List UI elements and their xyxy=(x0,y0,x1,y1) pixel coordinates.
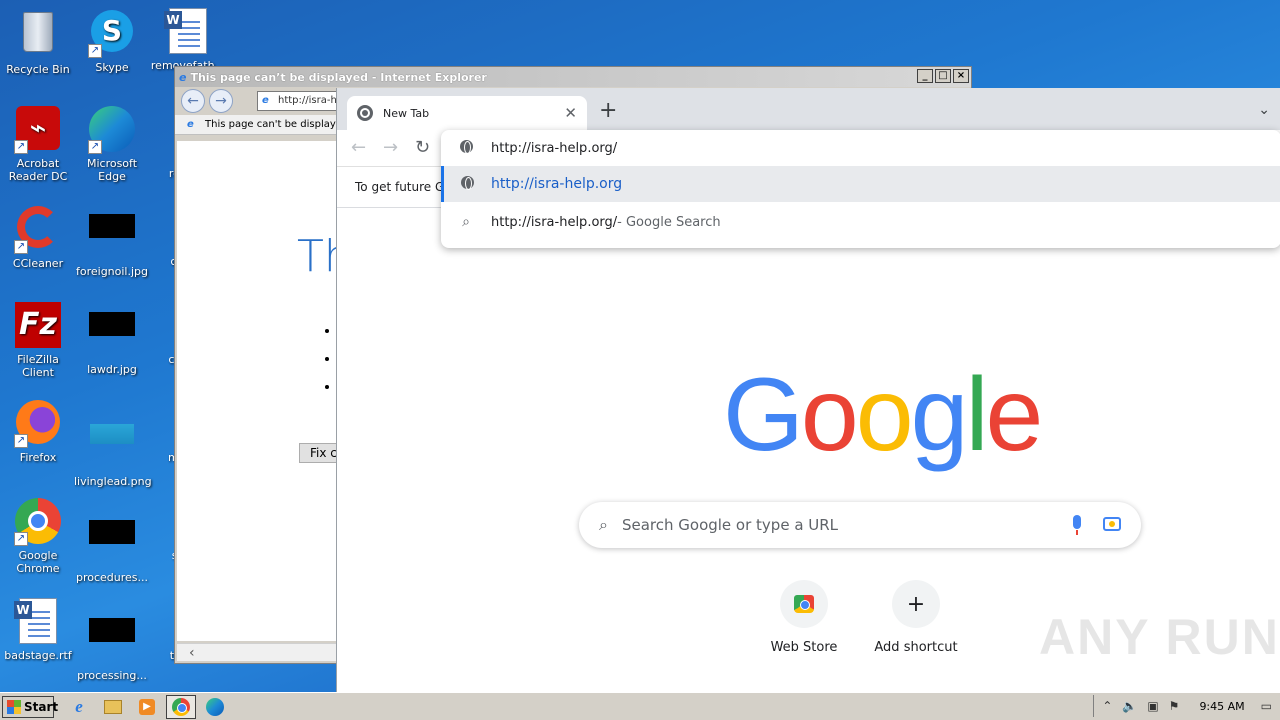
new-tab-icon xyxy=(357,105,373,121)
google-logo: Google xyxy=(723,357,1044,473)
omnibox-suggestion[interactable]: http://isra-help.org xyxy=(441,166,1280,202)
reload-icon[interactable]: ↻ xyxy=(415,136,430,160)
clock[interactable]: 9:45 AM xyxy=(1199,700,1244,713)
scroll-left-icon[interactable]: ‹ xyxy=(189,644,195,662)
image-file-icon xyxy=(88,312,136,360)
logo-letter: e xyxy=(985,357,1044,473)
desktop-icon-edge[interactable]: ↗ Microsoft Edge xyxy=(74,106,150,183)
firefox-icon: ↗ xyxy=(14,400,62,448)
close-button[interactable]: × xyxy=(953,69,969,83)
recycle-bin-icon xyxy=(14,12,62,60)
taskbar-media-player[interactable]: ▶ xyxy=(132,695,162,719)
omnibox-dropdown: http://isra-help.org/ http://isra-help.o… xyxy=(441,130,1280,248)
back-arrow-icon[interactable]: ← xyxy=(351,136,366,160)
logo-letter: o xyxy=(800,357,859,473)
bullet xyxy=(325,329,329,333)
word-document-icon: W xyxy=(164,8,212,56)
image-file-icon xyxy=(88,520,136,568)
desktop-icon-acrobat[interactable]: ⌁ ↗ Acrobat Reader DC xyxy=(0,106,76,183)
ie-tab-icon: e xyxy=(187,119,194,130)
ie-page-icon: e xyxy=(262,95,269,106)
chrome-window[interactable]: New Tab ✕ + ⌄ ← → ↻ To get future G http… xyxy=(336,88,1280,692)
shortcut-add[interactable]: + Add shortcut xyxy=(861,580,971,655)
ie-titlebar[interactable]: e This page can’t be displayed - Interne… xyxy=(175,67,971,87)
desktop-icon-recycle-bin[interactable]: Recycle Bin xyxy=(0,8,76,76)
desktop-icon-ccleaner[interactable]: ↗ CCleaner xyxy=(0,204,76,270)
acrobat-icon: ⌁ ↗ xyxy=(14,106,62,154)
taskbar: Start e ▶ ⌃ 🔈 ▣ ⚑ 9:45 AM ▭ xyxy=(0,692,1280,720)
tab-close-icon[interactable]: ✕ xyxy=(564,104,577,122)
search-icon: ⌕ xyxy=(599,515,608,534)
taskbar-file-explorer[interactable] xyxy=(98,695,128,719)
edge-icon: ↗ xyxy=(88,106,136,154)
search-icon: ⌕ xyxy=(462,214,470,230)
ie-logo-icon: e xyxy=(179,70,187,84)
chrome-tabstrip: New Tab ✕ + ⌄ xyxy=(337,88,1280,130)
desktop-icon-badstage[interactable]: W badstage.rtf xyxy=(0,598,76,662)
chrome-icon xyxy=(172,697,190,716)
folder-icon xyxy=(104,699,122,714)
desktop-icon-skype[interactable]: S ↗ Skype xyxy=(74,8,150,74)
omnibox-input[interactable]: http://isra-help.org/ xyxy=(441,130,1280,166)
ntp-search-box[interactable]: ⌕ Search Google or type a URL xyxy=(579,502,1141,548)
ie-window-title: This page can’t be displayed - Internet … xyxy=(190,70,487,84)
internet-explorer-icon: e xyxy=(75,696,83,716)
bullet xyxy=(325,357,329,361)
chrome-icon: ↗ xyxy=(14,498,62,546)
plus-icon: + xyxy=(892,580,940,628)
action-center-flag-icon[interactable]: ⚑ xyxy=(1169,699,1180,713)
filezilla-icon: Fz xyxy=(14,302,62,350)
camera-icon[interactable] xyxy=(1103,517,1121,531)
desktop-icon-procedures[interactable]: procedures... xyxy=(74,498,150,584)
minimize-button[interactable]: _ xyxy=(917,69,933,83)
logo-letter: G xyxy=(723,357,804,473)
start-button[interactable]: Start xyxy=(2,695,58,718)
tab-search-chevron-icon[interactable]: ⌄ xyxy=(1258,102,1270,118)
desktop-icon-livinglead[interactable]: livinglead.png xyxy=(74,400,152,488)
bullet xyxy=(325,385,329,389)
desktop-icon-google-chrome[interactable]: ↗ Google Chrome xyxy=(0,498,76,575)
image-file-icon xyxy=(88,214,136,262)
desktop-icon-filezilla[interactable]: Fz FileZilla Client xyxy=(0,302,76,379)
tray-expand-icon[interactable]: ⌃ xyxy=(1102,699,1112,713)
taskbar-microsoft-edge[interactable] xyxy=(200,695,230,719)
media-player-icon: ▶ xyxy=(139,698,155,715)
omnibox-suggestion[interactable]: ⌕ http://isra-help.org/ - Google Search xyxy=(441,204,1280,240)
volume-icon[interactable]: 🔈 xyxy=(1122,699,1137,713)
taskbar-google-chrome[interactable] xyxy=(166,694,196,719)
forward-arrow-icon[interactable]: → xyxy=(383,136,398,160)
logo-letter: l xyxy=(965,357,988,473)
show-desktop-icon[interactable]: ▭ xyxy=(1261,699,1272,713)
anyrun-watermark: ANY RUN xyxy=(1039,609,1280,665)
globe-icon xyxy=(459,139,473,154)
network-icon[interactable]: ▣ xyxy=(1147,699,1158,713)
word-document-icon: W xyxy=(14,598,62,646)
logo-letter: g xyxy=(910,357,969,473)
taskbar-internet-explorer[interactable]: e xyxy=(64,695,94,719)
desktop-icon-processing[interactable]: processing... xyxy=(74,598,150,682)
system-tray: ⌃ 🔈 ▣ ⚑ 9:45 AM ▭ xyxy=(1093,695,1280,717)
globe-icon xyxy=(461,175,474,190)
new-tab-plus-icon[interactable]: + xyxy=(599,100,617,122)
edge-icon xyxy=(206,697,224,716)
ccleaner-icon: ↗ xyxy=(14,206,62,254)
logo-letter: o xyxy=(855,357,914,473)
desktop-icon-foreignoil[interactable]: foreignoil.jpg xyxy=(74,204,150,278)
microphone-icon[interactable] xyxy=(1073,515,1081,535)
webstore-icon xyxy=(794,595,814,613)
image-file-icon xyxy=(88,424,136,472)
back-arrow-icon[interactable]: ← xyxy=(181,89,205,113)
image-file-icon xyxy=(88,618,136,666)
desktop-icon-removefath[interactable]: W removefath... xyxy=(150,8,226,72)
chrome-tab-new-tab[interactable]: New Tab ✕ xyxy=(347,96,587,130)
desktop-icon-firefox[interactable]: ↗ Firefox xyxy=(0,400,76,464)
forward-arrow-icon[interactable]: → xyxy=(209,89,233,113)
desktop-icon-lawdr[interactable]: lawdr.jpg xyxy=(74,302,150,376)
windows-logo-icon xyxy=(7,699,21,714)
maximize-button[interactable]: □ xyxy=(935,69,951,83)
skype-icon: S ↗ xyxy=(88,10,136,58)
search-placeholder: Search Google or type a URL xyxy=(621,516,839,534)
shortcut-web-store[interactable]: Web Store xyxy=(749,580,859,655)
